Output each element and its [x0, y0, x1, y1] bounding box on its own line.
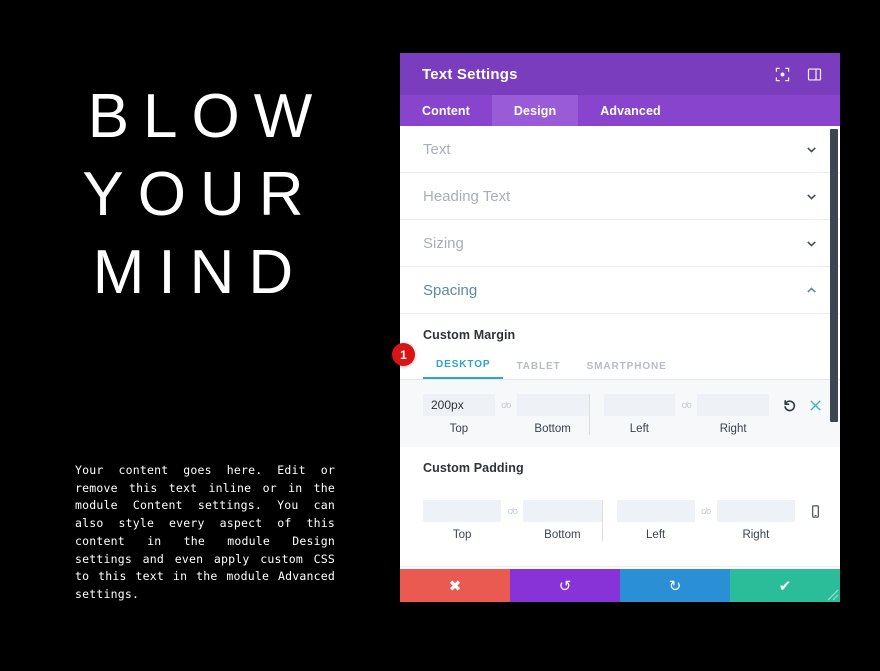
padding-left-field: Left	[616, 500, 695, 541]
custom-margin-inputs: Top c/o Bottom Left	[400, 380, 840, 447]
padding-left-input[interactable]	[616, 500, 695, 522]
margin-right-input[interactable]	[697, 394, 769, 416]
settings-scrollbar[interactable]	[830, 129, 838, 422]
device-tab-smartphone[interactable]: SMARTPHONE	[574, 361, 680, 379]
margin-left-input[interactable]	[603, 394, 676, 416]
margin-left-right-pair: Left c/o Right	[588, 394, 769, 435]
padding-right-caption: Right	[742, 529, 770, 541]
device-tab-desktop[interactable]: DESKTOP	[423, 359, 504, 379]
undo-button[interactable]: ↺	[510, 569, 620, 602]
custom-margin-label: Custom Margin	[423, 328, 516, 342]
chevron-down-icon	[804, 189, 818, 203]
modal-footer: ✖ ↺ ↻ ✔	[400, 569, 840, 602]
padding-quad: Top c/o Bottom Left c/o Right	[423, 500, 795, 541]
margin-quad: Top c/o Bottom Left	[423, 394, 769, 435]
accordion-section-spacing[interactable]: Spacing	[400, 267, 840, 314]
custom-margin-group: Custom Margin DESKTOP TABLET SMARTPHONE	[400, 314, 840, 380]
padding-top-input[interactable]	[423, 500, 502, 522]
accordion-label-heading-text: Heading Text	[423, 187, 511, 205]
page-preview-canvas: BLOW YOUR MIND Your content goes here. E…	[0, 0, 400, 671]
link-top-bottom-icon[interactable]: c/o	[501, 500, 523, 522]
padding-top-field: Top	[423, 500, 502, 541]
spacing-section-body: Custom Margin DESKTOP TABLET SMARTPHONE …	[400, 314, 840, 553]
tab-design[interactable]: Design	[491, 95, 579, 126]
accordion-label-spacing: Spacing	[423, 281, 478, 299]
page-headline: BLOW YOUR MIND	[82, 82, 327, 307]
clear-icon[interactable]	[807, 397, 824, 414]
tab-content[interactable]: Content	[400, 95, 492, 126]
device-tab-tablet[interactable]: TABLET	[503, 361, 573, 379]
margin-device-tabs: DESKTOP TABLET SMARTPHONE	[400, 353, 840, 380]
accordion-label-sizing: Sizing	[423, 234, 464, 252]
link-left-right-icon[interactable]: c/o	[675, 394, 697, 416]
titlebar-actions	[774, 66, 822, 82]
custom-padding-inputs: Top c/o Bottom Left c/o Right	[400, 486, 840, 553]
padding-top-caption: Top	[452, 529, 472, 541]
padding-bottom-input[interactable]	[523, 500, 602, 522]
accordion-section-sizing[interactable]: Sizing	[400, 220, 840, 267]
link-top-bottom-icon[interactable]: c/o	[495, 394, 517, 416]
chevron-up-icon	[804, 283, 818, 297]
focus-icon[interactable]	[774, 66, 790, 82]
modal-body: Text Heading Text Sizing Spacing Custom …	[400, 126, 840, 569]
custom-padding-group: Custom Padding	[400, 447, 840, 475]
padding-top-bottom-pair: Top c/o Bottom	[423, 500, 602, 541]
margin-left-field: Left	[603, 394, 676, 435]
margin-right-caption: Right	[719, 423, 747, 435]
accordion-label-text: Text	[423, 140, 451, 158]
padding-bottom-field: Bottom	[523, 500, 602, 541]
margin-left-caption: Left	[629, 423, 649, 435]
chevron-down-icon	[804, 236, 818, 250]
margin-bottom-caption: Bottom	[534, 423, 571, 435]
padding-right-input[interactable]	[716, 500, 795, 522]
modal-title: Text Settings	[422, 65, 518, 83]
margin-row-actions	[769, 394, 824, 416]
margin-bottom-input[interactable]	[516, 394, 589, 416]
margin-right-field: Right	[697, 394, 769, 435]
margin-top-caption: Top	[449, 423, 469, 435]
close-button[interactable]: ✖	[400, 569, 510, 602]
margin-bottom-field: Bottom	[516, 394, 589, 435]
modal-tab-bar: Content Design Advanced	[400, 95, 840, 126]
padding-left-caption: Left	[646, 529, 666, 541]
redo-button[interactable]: ↻	[620, 569, 730, 602]
page-body-paragraph: Your content goes here. Edit or remove t…	[75, 463, 335, 601]
mobile-responsive-icon[interactable]	[807, 503, 824, 520]
accordion-section-heading-text[interactable]: Heading Text	[400, 173, 840, 220]
settings-scroll-area: Text Heading Text Sizing Spacing Custom …	[400, 126, 840, 569]
resize-handle-icon[interactable]	[820, 582, 840, 602]
chevron-down-icon	[804, 142, 818, 156]
padding-row-actions	[795, 500, 824, 522]
step-badge-1: 1	[392, 343, 415, 366]
padding-left-right-pair: Left c/o Right	[601, 500, 795, 541]
reset-icon[interactable]	[781, 397, 798, 414]
text-settings-modal: Text Settings Content Design Advanced Te…	[400, 53, 840, 602]
custom-padding-label: Custom Padding	[423, 461, 524, 475]
margin-top-bottom-pair: Top c/o Bottom	[423, 394, 589, 435]
padding-right-field: Right	[716, 500, 795, 541]
padding-bottom-caption: Bottom	[544, 529, 581, 541]
link-left-right-icon[interactable]: c/o	[695, 500, 717, 522]
margin-top-input[interactable]	[423, 394, 495, 416]
accordion-section-text[interactable]: Text	[400, 126, 840, 173]
tab-advanced[interactable]: Advanced	[578, 95, 683, 126]
margin-top-field: Top	[423, 394, 495, 435]
modal-titlebar: Text Settings	[400, 53, 840, 95]
layout-panel-icon[interactable]	[806, 66, 822, 82]
